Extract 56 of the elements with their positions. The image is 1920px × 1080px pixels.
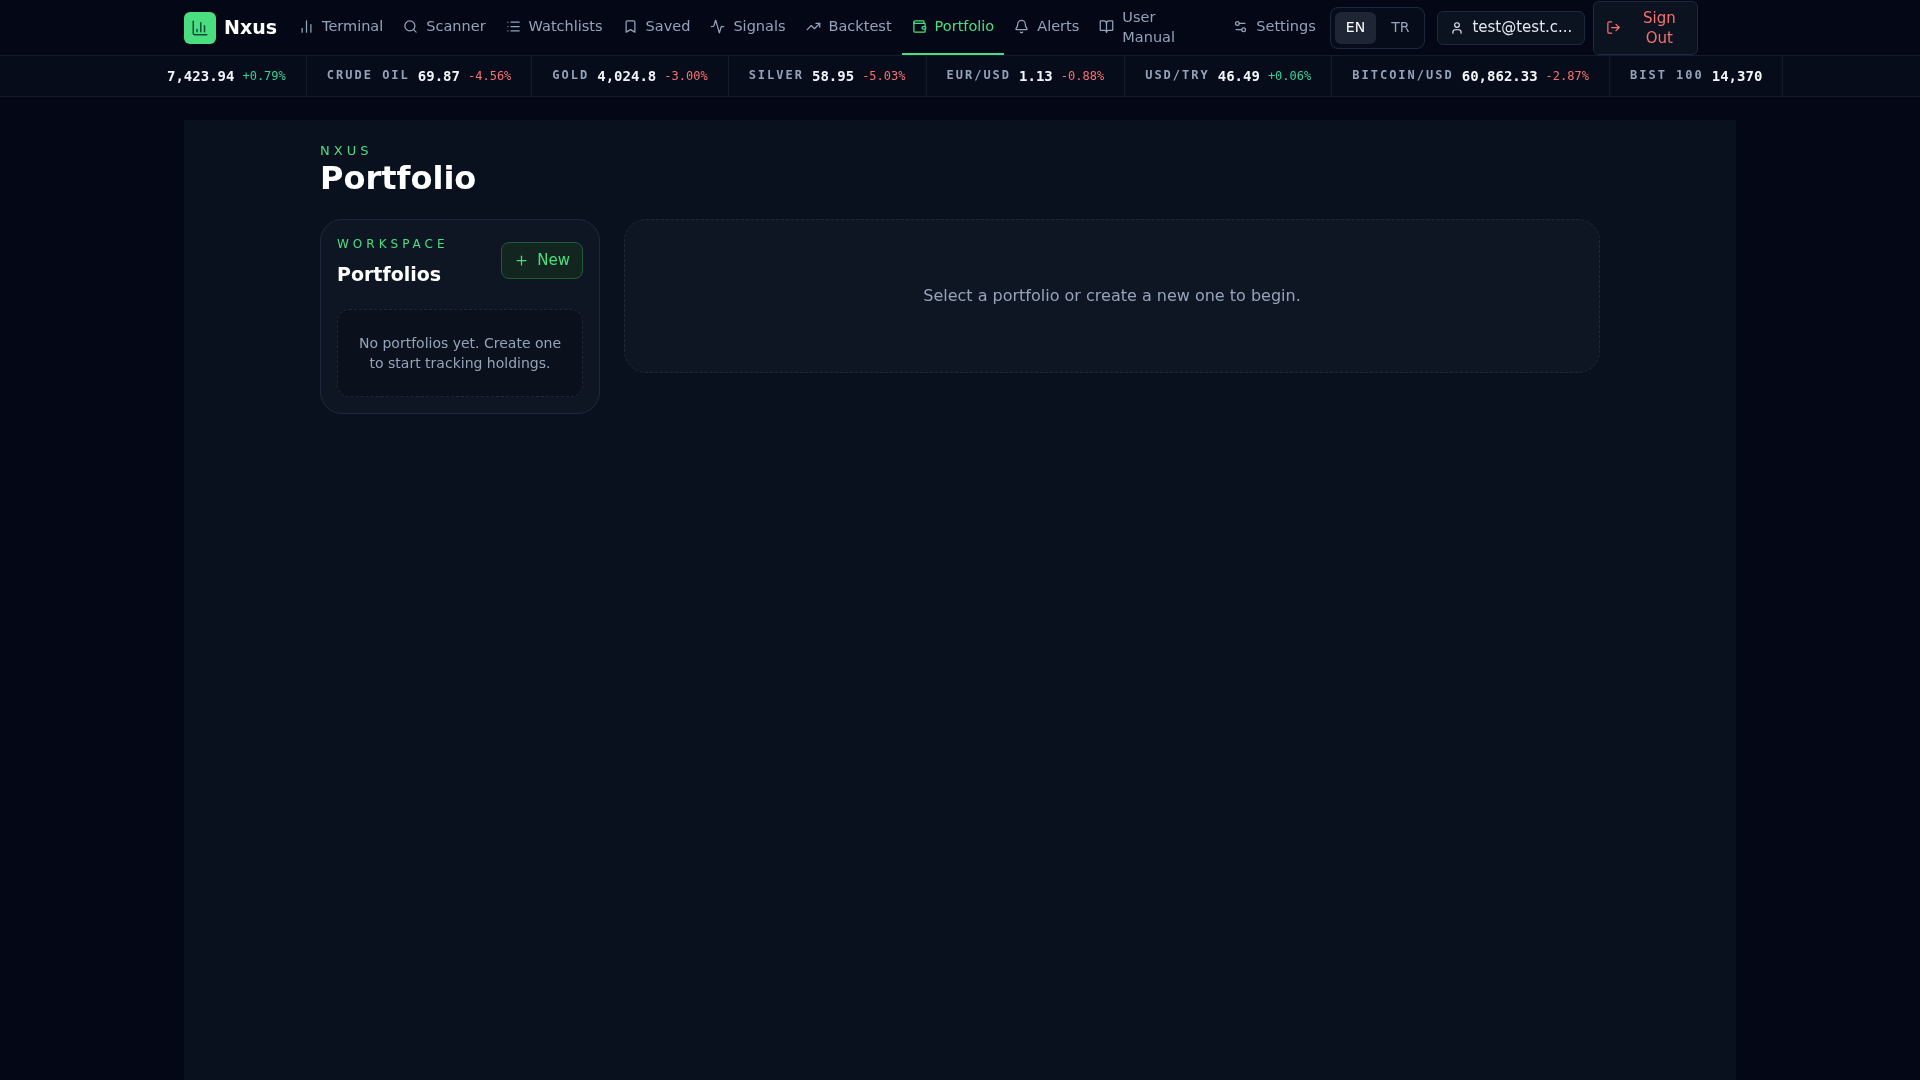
ticker-change: +0.06% [1267,68,1312,85]
empty-state-text: Select a portfolio or create a new one to begin. [923,285,1301,307]
ticker-change: +0.79% [242,68,286,85]
ticker-label: CRUDE OIL [326,66,410,84]
ticker-value: 7,423.94 [167,66,235,86]
wallet-icon [911,19,927,34]
book-icon [1099,19,1115,34]
nav-link[interactable]: Backtest [795,0,902,55]
nav-link[interactable]: Saved [612,0,701,55]
ticker-label: EUR/USD [946,66,1012,84]
page-title: Portfolio [320,159,478,197]
bar-chart-icon [299,19,314,34]
ticker-value: 69.87 [417,66,460,86]
nav-link[interactable]: Alerts [1004,0,1090,55]
language-tab[interactable]: TR [1380,11,1421,44]
ticker-value: 46.49 [1217,66,1260,86]
ticker-value: 1.13 [1019,66,1053,86]
search-icon [403,19,419,34]
bell-icon [1014,19,1030,34]
logo-icon [184,11,216,44]
nav-link[interactable]: User Manual [1089,0,1208,55]
new-portfolio-button[interactable]: New [501,242,583,279]
plus-icon [514,253,530,268]
ticker-change: -3.00% [664,68,708,85]
ticker-value: 14,370 [1711,66,1763,86]
ticker-label: BITCOIN/USD [1352,66,1454,84]
pulse-icon [710,19,726,34]
ticker-label: GOLD [552,66,590,84]
user-icon [1450,20,1465,35]
ticker-value: 4,024.8 [597,66,657,86]
ticker-label: SILVER [748,66,804,84]
ticker-change: -4.56% [468,68,512,85]
nav-link[interactable]: Terminal [289,0,394,55]
nav-link[interactable]: Scanner [393,0,496,55]
empty-state-text: No portfolios yet. Create one to start tracking holdings. [357,333,563,373]
page-eyebrow: NXUS [320,143,374,159]
ticker-change: -0.88% [1060,68,1105,85]
user-menu-button[interactable]: test@test.c... [1437,10,1586,45]
nav-link[interactable]: Settings [1223,0,1326,55]
language-tab[interactable]: EN [1334,11,1377,44]
sliders-icon [1233,19,1249,34]
ticker-change: -5.03% [862,68,906,85]
list-icon [505,19,521,34]
ticker-label: USD/TRY [1145,66,1210,84]
panel-title: Portfolios [337,262,443,287]
nav-link[interactable]: Signals [700,0,796,55]
brand-name: Nxus [224,15,277,41]
sign-out-icon [1606,20,1622,35]
ticker-change: -2.87% [1545,68,1589,85]
nav-link[interactable]: Watchlists [495,0,613,55]
panel-eyebrow: WORKSPACE [337,236,449,252]
ticker-value: 60,862.33 [1461,66,1538,86]
sign-out-button[interactable]: Sign Out [1593,0,1699,55]
ticker-label: BIST 100 [1629,66,1704,84]
bookmark-icon [622,19,638,34]
ticker-value: 58.95 [812,66,855,86]
